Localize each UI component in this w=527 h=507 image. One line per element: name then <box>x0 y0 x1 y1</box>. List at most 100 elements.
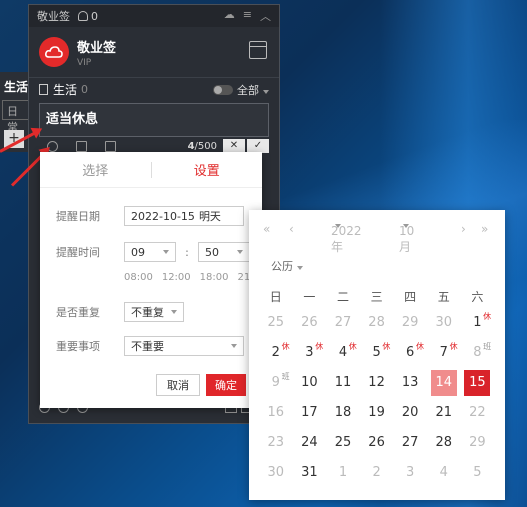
ok-button[interactable]: 确定 <box>206 374 246 396</box>
calendar-day[interactable]: 25 <box>326 428 360 458</box>
calendar-day[interactable]: 1 <box>326 458 360 488</box>
calendar-day[interactable]: 2 <box>360 458 394 488</box>
user-name: 敬业签 <box>77 40 117 56</box>
calendar-day[interactable]: 5 <box>461 458 495 488</box>
calendar-day-number: 29 <box>401 315 419 330</box>
menu-icon[interactable]: ≡ <box>243 8 252 24</box>
calendar-day-number: 26 <box>368 435 385 450</box>
preset-time[interactable]: 08:00 <box>124 272 153 283</box>
repeat-row: 是否重复 不重复 <box>56 302 184 322</box>
collapse-icon[interactable]: ︿ <box>260 8 271 24</box>
calendar-day-number: 11 <box>334 375 352 390</box>
calendar-day[interactable]: 24 <box>293 428 327 458</box>
calendar-day[interactable]: 20 <box>393 398 427 428</box>
char-counter: 4/500 <box>188 141 217 152</box>
importance-select[interactable]: 不重要 <box>124 336 244 356</box>
alert-icon[interactable] <box>105 140 116 152</box>
prev-month-icon[interactable]: ‹ <box>289 222 294 236</box>
confirm-button[interactable]: ✓ <box>247 139 269 153</box>
calendar-day[interactable]: 21 <box>427 398 461 428</box>
holiday-badge: 休 <box>483 312 492 321</box>
calendar-day-selected[interactable]: 15 <box>461 368 495 398</box>
calendar-icon[interactable] <box>249 41 267 59</box>
view-toggle[interactable] <box>213 84 233 95</box>
weekday-row: 日 一 二 三 四 五 六 <box>259 286 499 308</box>
calendar-day[interactable]: 7休 <box>427 338 461 368</box>
calendar-day[interactable]: 27 <box>393 428 427 458</box>
calendar-day[interactable]: 31 <box>293 458 327 488</box>
repeat-value: 不重复 <box>131 306 164 319</box>
calendar-day[interactable]: 4休 <box>326 338 360 368</box>
calendar-day[interactable]: 11 <box>326 368 360 398</box>
date-field[interactable]: 2022-10-15 明天 <box>124 206 244 226</box>
calendar-day[interactable]: 3休 <box>293 338 327 368</box>
title-bar: 敬业签 0 ☁ ≡ ︿ <box>29 5 279 27</box>
calendar-day[interactable]: 9班 <box>259 368 293 398</box>
calendar-day[interactable]: 22 <box>461 398 495 428</box>
calendar-day-number: 29 <box>469 435 486 450</box>
calendar-day[interactable]: 3 <box>393 458 427 488</box>
minute-select[interactable]: 50 <box>198 242 250 262</box>
calendar-day-today[interactable]: 14 <box>427 368 461 398</box>
calendar-day-number: 28 <box>368 315 385 330</box>
hour-value: 09 <box>131 245 145 259</box>
calendar-day[interactable]: 26 <box>360 428 394 458</box>
calendar-day-number: 1 <box>473 315 482 330</box>
cancel-button[interactable]: 取消 <box>156 374 200 396</box>
weekday-label: 五 <box>437 290 450 304</box>
calendar-day-number: 8 <box>473 345 482 360</box>
calendar-day[interactable]: 16 <box>259 398 293 428</box>
preset-time[interactable]: 18:00 <box>200 272 229 283</box>
calendar-day[interactable]: 13 <box>393 368 427 398</box>
calendar-day[interactable]: 19 <box>360 398 394 428</box>
minute-value: 50 <box>205 245 219 259</box>
calendar-day-number: 10 <box>301 375 318 390</box>
workday-badge: 班 <box>483 342 492 351</box>
hour-select[interactable]: 09 <box>124 242 176 262</box>
cloud-icon[interactable]: ☁ <box>224 8 235 24</box>
calendar-day[interactable]: 5休 <box>360 338 394 368</box>
side-panel-title: 生活 <box>4 80 29 94</box>
calendar-day[interactable]: 12 <box>360 368 394 398</box>
calendar-day-number: 2 <box>372 465 381 480</box>
calendar-day[interactable]: 18 <box>326 398 360 428</box>
calendar-day[interactable]: 6休 <box>393 338 427 368</box>
calendar-day[interactable]: 17 <box>293 398 327 428</box>
avatar[interactable] <box>39 37 69 67</box>
calendar-day[interactable]: 4 <box>427 458 461 488</box>
close-button[interactable]: ✕ <box>223 139 245 153</box>
time-label: 提醒时间 <box>56 246 100 259</box>
importance-label: 重要事项 <box>56 340 100 353</box>
calendar-day[interactable]: 30 <box>259 458 293 488</box>
notification-count: 0 <box>91 9 98 23</box>
calendar-day[interactable]: 29 <box>461 428 495 458</box>
tab-settings[interactable]: 设置 <box>152 160 263 179</box>
preset-time[interactable]: 12:00 <box>162 272 191 283</box>
calendar-day-number: 4 <box>338 345 348 360</box>
note-editor[interactable]: 适当休息 <box>39 103 269 137</box>
next-year-icon[interactable]: » <box>481 222 488 236</box>
calendar-day-number: 27 <box>401 435 419 450</box>
time-row: 提醒时间 09 : 50 <box>56 242 250 262</box>
calendar-day[interactable]: 10 <box>293 368 327 398</box>
calendar-day[interactable]: 23 <box>259 428 293 458</box>
prev-year-icon[interactable]: « <box>263 222 270 236</box>
holiday-badge: 休 <box>449 342 458 351</box>
calendar-day-number: 22 <box>469 405 486 420</box>
time-colon: : <box>185 245 189 259</box>
time-presets: 08:00 12:00 18:00 21:00 <box>124 272 266 283</box>
calendar-day-number: 19 <box>368 405 385 420</box>
calendar-type-select[interactable]: 公历 <box>271 258 303 274</box>
holiday-badge: 休 <box>382 342 391 351</box>
bell-icon[interactable] <box>78 11 88 21</box>
calendar-day[interactable]: 28 <box>427 428 461 458</box>
calendar-day[interactable]: 8班 <box>461 338 495 368</box>
next-month-icon[interactable]: › <box>461 222 466 236</box>
image-icon[interactable] <box>76 140 87 152</box>
bookmark-icon <box>39 84 48 95</box>
filter-dropdown[interactable]: 全部 <box>237 82 269 98</box>
calendar-day-number: 6 <box>406 345 415 360</box>
tab-select[interactable]: 选择 <box>40 160 151 179</box>
repeat-select[interactable]: 不重复 <box>124 302 184 322</box>
importance-value: 不重要 <box>131 340 164 353</box>
